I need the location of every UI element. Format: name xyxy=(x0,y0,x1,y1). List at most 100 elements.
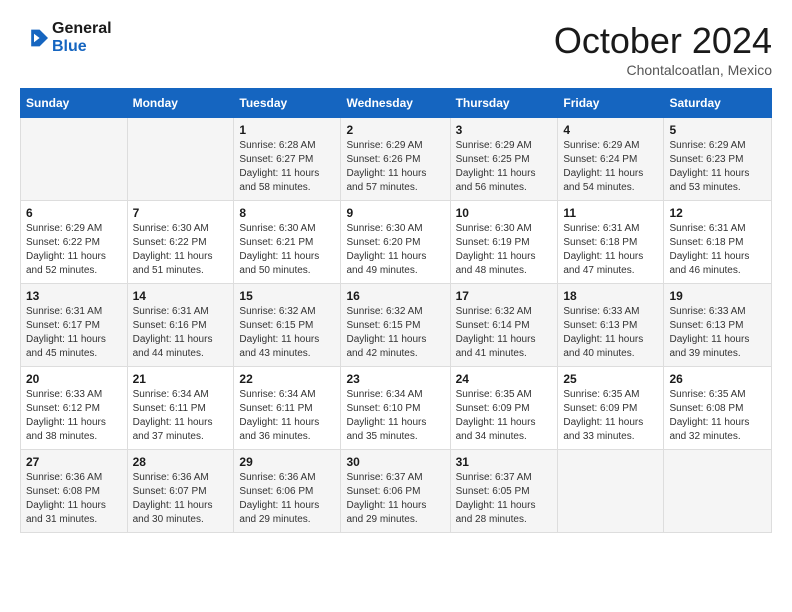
day-info: Sunrise: 6:33 AM Sunset: 6:13 PM Dayligh… xyxy=(669,305,766,361)
calendar-day-5: 5 Sunrise: 6:29 AM Sunset: 6:23 PM Daylig… xyxy=(664,118,772,201)
month-title: October 2024 xyxy=(554,20,772,62)
location: Chontalcoatlan, Mexico xyxy=(554,62,772,78)
calendar-empty-cell xyxy=(558,450,664,533)
calendar-week-row: 6 Sunrise: 6:29 AM Sunset: 6:22 PM Daylig… xyxy=(21,201,772,284)
calendar-day-19: 19 Sunrise: 6:33 AM Sunset: 6:13 PM Dayli… xyxy=(664,284,772,367)
calendar-day-28: 28 Sunrise: 6:36 AM Sunset: 6:07 PM Dayli… xyxy=(127,450,234,533)
day-info: Sunrise: 6:37 AM Sunset: 6:06 PM Dayligh… xyxy=(346,471,444,527)
day-info: Sunrise: 6:36 AM Sunset: 6:07 PM Dayligh… xyxy=(133,471,229,527)
day-number: 19 xyxy=(669,289,766,303)
day-number: 27 xyxy=(26,455,122,469)
calendar-day-13: 13Sunrise: 6:31 AM Sunset: 6:17 PM Dayli… xyxy=(21,284,128,367)
weekday-header-row: SundayMondayTuesdayWednesdayThursdayFrid… xyxy=(21,89,772,118)
day-info: Sunrise: 6:29 AM Sunset: 6:26 PM Dayligh… xyxy=(346,139,444,195)
calendar-day-26: 26 Sunrise: 6:35 AM Sunset: 6:08 PM Dayli… xyxy=(664,367,772,450)
day-info: Sunrise: 6:33 AM Sunset: 6:12 PM Dayligh… xyxy=(26,388,122,444)
day-number: 16 xyxy=(346,289,444,303)
calendar-day-27: 27 Sunrise: 6:36 AM Sunset: 6:08 PM Dayli… xyxy=(21,450,128,533)
calendar-day-23: 23 Sunrise: 6:34 AM Sunset: 6:10 PM Dayli… xyxy=(341,367,450,450)
calendar-day-1: 1 Sunrise: 6:28 AM Sunset: 6:27 PM Daylig… xyxy=(234,118,341,201)
day-number: 23 xyxy=(346,372,444,386)
logo: General Blue xyxy=(20,20,112,55)
day-info: Sunrise: 6:36 AM Sunset: 6:08 PM Dayligh… xyxy=(26,471,122,527)
calendar-day-2: 2 Sunrise: 6:29 AM Sunset: 6:26 PM Daylig… xyxy=(341,118,450,201)
day-info: Sunrise: 6:29 AM Sunset: 6:25 PM Dayligh… xyxy=(456,139,553,195)
calendar-day-11: 11 Sunrise: 6:31 AM Sunset: 6:18 PM Dayli… xyxy=(558,201,664,284)
calendar-day-17: 17 Sunrise: 6:32 AM Sunset: 6:14 PM Dayli… xyxy=(450,284,558,367)
calendar-day-20: 20 Sunrise: 6:33 AM Sunset: 6:12 PM Dayli… xyxy=(21,367,128,450)
weekday-header-tuesday: Tuesday xyxy=(234,89,341,118)
calendar-week-row: 27 Sunrise: 6:36 AM Sunset: 6:08 PM Dayli… xyxy=(21,450,772,533)
day-number: 17 xyxy=(456,289,553,303)
calendar-empty-cell xyxy=(664,450,772,533)
day-number: 2 xyxy=(346,123,444,137)
weekday-header-sunday: Sunday xyxy=(21,89,128,118)
day-number: 30 xyxy=(346,455,444,469)
day-number: 11 xyxy=(563,206,658,220)
logo-icon xyxy=(20,24,48,52)
weekday-header-saturday: Saturday xyxy=(664,89,772,118)
calendar-day-3: 3 Sunrise: 6:29 AM Sunset: 6:25 PM Daylig… xyxy=(450,118,558,201)
title-block: October 2024 Chontalcoatlan, Mexico xyxy=(554,20,772,78)
day-number: 26 xyxy=(669,372,766,386)
day-info: Sunrise: 6:32 AM Sunset: 6:15 PM Dayligh… xyxy=(239,305,335,361)
day-number: 22 xyxy=(239,372,335,386)
calendar-week-row: 20 Sunrise: 6:33 AM Sunset: 6:12 PM Dayli… xyxy=(21,367,772,450)
day-info: Sunrise: 6:29 AM Sunset: 6:24 PM Dayligh… xyxy=(563,139,658,195)
day-number: 6 xyxy=(26,206,122,220)
calendar-day-30: 30 Sunrise: 6:37 AM Sunset: 6:06 PM Dayli… xyxy=(341,450,450,533)
day-info: Sunrise: 6:28 AM Sunset: 6:27 PM Dayligh… xyxy=(239,139,335,195)
day-number: 28 xyxy=(133,455,229,469)
calendar-day-8: 8Sunrise: 6:30 AM Sunset: 6:21 PM Daylig… xyxy=(234,201,341,284)
calendar-day-25: 25Sunrise: 6:35 AM Sunset: 6:09 PM Dayli… xyxy=(558,367,664,450)
weekday-header-monday: Monday xyxy=(127,89,234,118)
day-number: 18 xyxy=(563,289,658,303)
calendar-day-12: 12Sunrise: 6:31 AM Sunset: 6:18 PM Dayli… xyxy=(664,201,772,284)
day-number: 3 xyxy=(456,123,553,137)
day-number: 10 xyxy=(456,206,553,220)
day-info: Sunrise: 6:30 AM Sunset: 6:20 PM Dayligh… xyxy=(346,222,444,278)
day-info: Sunrise: 6:29 AM Sunset: 6:22 PM Dayligh… xyxy=(26,222,122,278)
calendar-week-row: 13Sunrise: 6:31 AM Sunset: 6:17 PM Dayli… xyxy=(21,284,772,367)
day-info: Sunrise: 6:35 AM Sunset: 6:09 PM Dayligh… xyxy=(456,388,553,444)
day-info: Sunrise: 6:30 AM Sunset: 6:22 PM Dayligh… xyxy=(133,222,229,278)
day-info: Sunrise: 6:29 AM Sunset: 6:23 PM Dayligh… xyxy=(669,139,766,195)
day-number: 5 xyxy=(669,123,766,137)
day-info: Sunrise: 6:31 AM Sunset: 6:18 PM Dayligh… xyxy=(669,222,766,278)
weekday-header-wednesday: Wednesday xyxy=(341,89,450,118)
day-number: 20 xyxy=(26,372,122,386)
day-number: 25 xyxy=(563,372,658,386)
calendar-week-row: 1 Sunrise: 6:28 AM Sunset: 6:27 PM Daylig… xyxy=(21,118,772,201)
calendar-day-24: 24 Sunrise: 6:35 AM Sunset: 6:09 PM Dayli… xyxy=(450,367,558,450)
day-info: Sunrise: 6:32 AM Sunset: 6:15 PM Dayligh… xyxy=(346,305,444,361)
calendar-empty-cell xyxy=(127,118,234,201)
day-number: 8 xyxy=(239,206,335,220)
calendar-day-18: 18 Sunrise: 6:33 AM Sunset: 6:13 PM Dayli… xyxy=(558,284,664,367)
day-number: 4 xyxy=(563,123,658,137)
day-info: Sunrise: 6:36 AM Sunset: 6:06 PM Dayligh… xyxy=(239,471,335,527)
calendar-day-6: 6 Sunrise: 6:29 AM Sunset: 6:22 PM Daylig… xyxy=(21,201,128,284)
calendar-day-22: 22 Sunrise: 6:34 AM Sunset: 6:11 PM Dayli… xyxy=(234,367,341,450)
day-info: Sunrise: 6:31 AM Sunset: 6:16 PM Dayligh… xyxy=(133,305,229,361)
logo-text: General Blue xyxy=(52,20,112,55)
day-number: 15 xyxy=(239,289,335,303)
calendar-day-31: 31Sunrise: 6:37 AM Sunset: 6:05 PM Dayli… xyxy=(450,450,558,533)
calendar-day-15: 15 Sunrise: 6:32 AM Sunset: 6:15 PM Dayli… xyxy=(234,284,341,367)
day-info: Sunrise: 6:34 AM Sunset: 6:11 PM Dayligh… xyxy=(239,388,335,444)
day-info: Sunrise: 6:31 AM Sunset: 6:18 PM Dayligh… xyxy=(563,222,658,278)
day-info: Sunrise: 6:35 AM Sunset: 6:08 PM Dayligh… xyxy=(669,388,766,444)
day-info: Sunrise: 6:33 AM Sunset: 6:13 PM Dayligh… xyxy=(563,305,658,361)
day-number: 1 xyxy=(239,123,335,137)
day-info: Sunrise: 6:32 AM Sunset: 6:14 PM Dayligh… xyxy=(456,305,553,361)
day-number: 14 xyxy=(133,289,229,303)
day-number: 24 xyxy=(456,372,553,386)
calendar-day-9: 9Sunrise: 6:30 AM Sunset: 6:20 PM Daylig… xyxy=(341,201,450,284)
day-info: Sunrise: 6:34 AM Sunset: 6:10 PM Dayligh… xyxy=(346,388,444,444)
calendar-day-4: 4 Sunrise: 6:29 AM Sunset: 6:24 PM Daylig… xyxy=(558,118,664,201)
page-header: General Blue October 2024 Chontalcoatlan… xyxy=(20,20,772,78)
day-info: Sunrise: 6:37 AM Sunset: 6:05 PM Dayligh… xyxy=(456,471,553,527)
calendar-day-16: 16 Sunrise: 6:32 AM Sunset: 6:15 PM Dayli… xyxy=(341,284,450,367)
calendar-table: SundayMondayTuesdayWednesdayThursdayFrid… xyxy=(20,88,772,533)
day-info: Sunrise: 6:30 AM Sunset: 6:19 PM Dayligh… xyxy=(456,222,553,278)
weekday-header-friday: Friday xyxy=(558,89,664,118)
